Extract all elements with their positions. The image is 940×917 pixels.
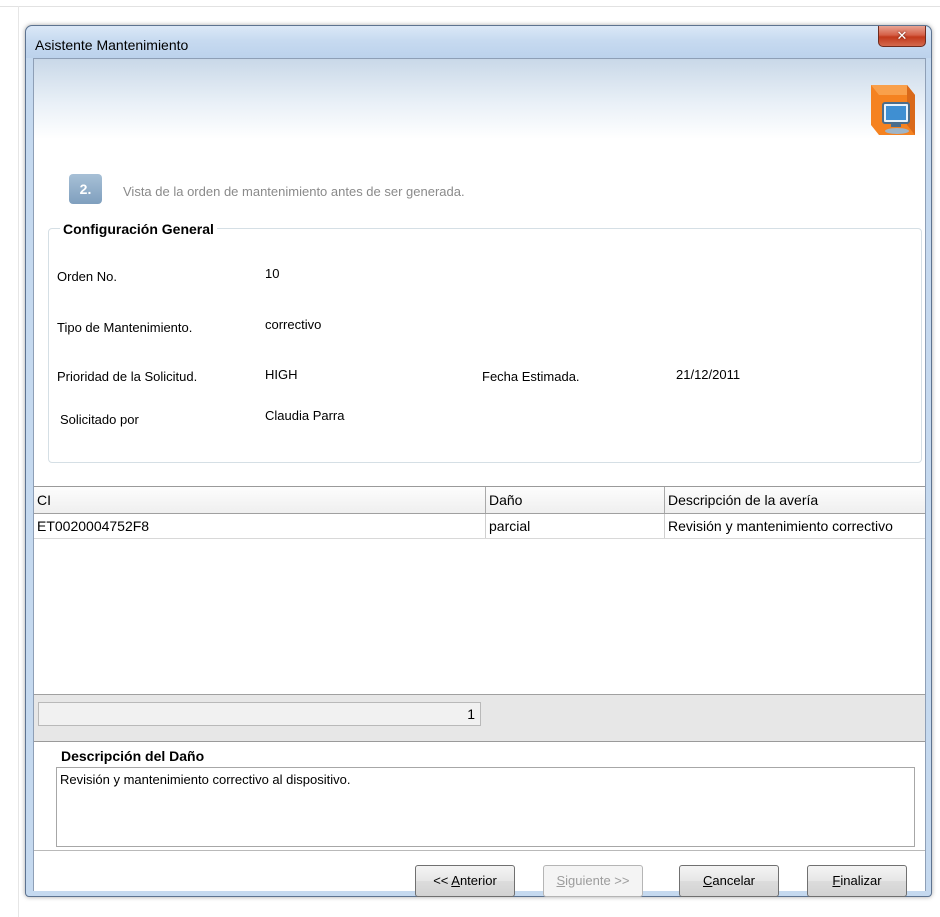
wizard-client-area: 2. Vista de la orden de mantenimiento an… [33,58,926,897]
orden-label: Orden No. [57,269,117,284]
cell-descripcion[interactable]: Revisión y mantenimiento correctivo [665,514,925,538]
anterior-prefix: << [433,873,452,888]
cancelar-button[interactable]: Cancelar [679,865,779,897]
page-top-rule [0,6,940,7]
header-band [34,59,925,139]
siguiente-label: iguiente >> [565,873,630,888]
cell-ci[interactable]: ET0020004752F8 [34,514,486,538]
close-icon: ✕ [896,28,908,44]
grid-footer: 1 [34,694,925,741]
fecha-label: Fecha Estimada. [482,369,580,384]
maintenance-items-grid[interactable]: CI Daño Descripción de la avería ET00200… [34,486,925,742]
config-groupbox [48,228,922,463]
anterior-button[interactable]: << Anterior [415,865,515,897]
solicitado-value: Claudia Parra [265,408,345,423]
finalizar-button[interactable]: Finalizar [807,865,907,897]
prioridad-value: HIGH [265,367,298,382]
wizard-window: Asistente Mantenimiento ✕ 2. Vista de la… [25,25,932,897]
orden-value: 10 [265,266,280,281]
damage-description-textarea[interactable]: Revisión y mantenimiento correctivo al d… [56,767,915,847]
tipo-value: correctivo [265,317,322,332]
page-left-rule [18,6,19,917]
computer-wizard-icon [871,85,915,135]
config-group-title: Configuración General [60,221,217,237]
anterior-label: nterior [459,873,497,888]
row-count-cell: 1 [38,702,481,726]
cell-dano[interactable]: parcial [486,514,665,538]
damage-description-title: Descripción del Daño [61,748,205,764]
solicitado-label: Solicitado por [60,412,139,427]
siguiente-button[interactable]: Siguiente >> [543,865,643,897]
step-number-badge: 2. [69,174,102,204]
siguiente-mnemonic: S [556,873,566,888]
button-panel: << Anterior Siguiente >> Cancelar Finali… [34,850,925,897]
table-row[interactable]: ET0020004752F8 parcial Revisión y manten… [34,514,925,539]
title-bar[interactable]: Asistente Mantenimiento ✕ [26,26,931,58]
window-title: Asistente Mantenimiento [35,37,189,53]
column-header-ci[interactable]: CI [34,487,486,513]
prioridad-label: Prioridad de la Solicitud. [57,369,198,384]
column-header-descripcion[interactable]: Descripción de la avería [665,487,925,513]
finalizar-label: inalizar [840,873,882,888]
column-header-dano[interactable]: Daño [486,487,665,513]
cancelar-mnemonic: C [702,873,713,888]
fecha-value: 21/12/2011 [676,367,741,382]
close-button[interactable]: ✕ [878,26,926,47]
tipo-label: Tipo de Mantenimiento. [57,320,193,335]
grid-header: CI Daño Descripción de la avería [34,487,925,514]
step-description: Vista de la orden de mantenimiento antes… [123,184,465,199]
cancelar-label: ancelar [712,873,756,888]
anterior-mnemonic: A [451,873,460,888]
